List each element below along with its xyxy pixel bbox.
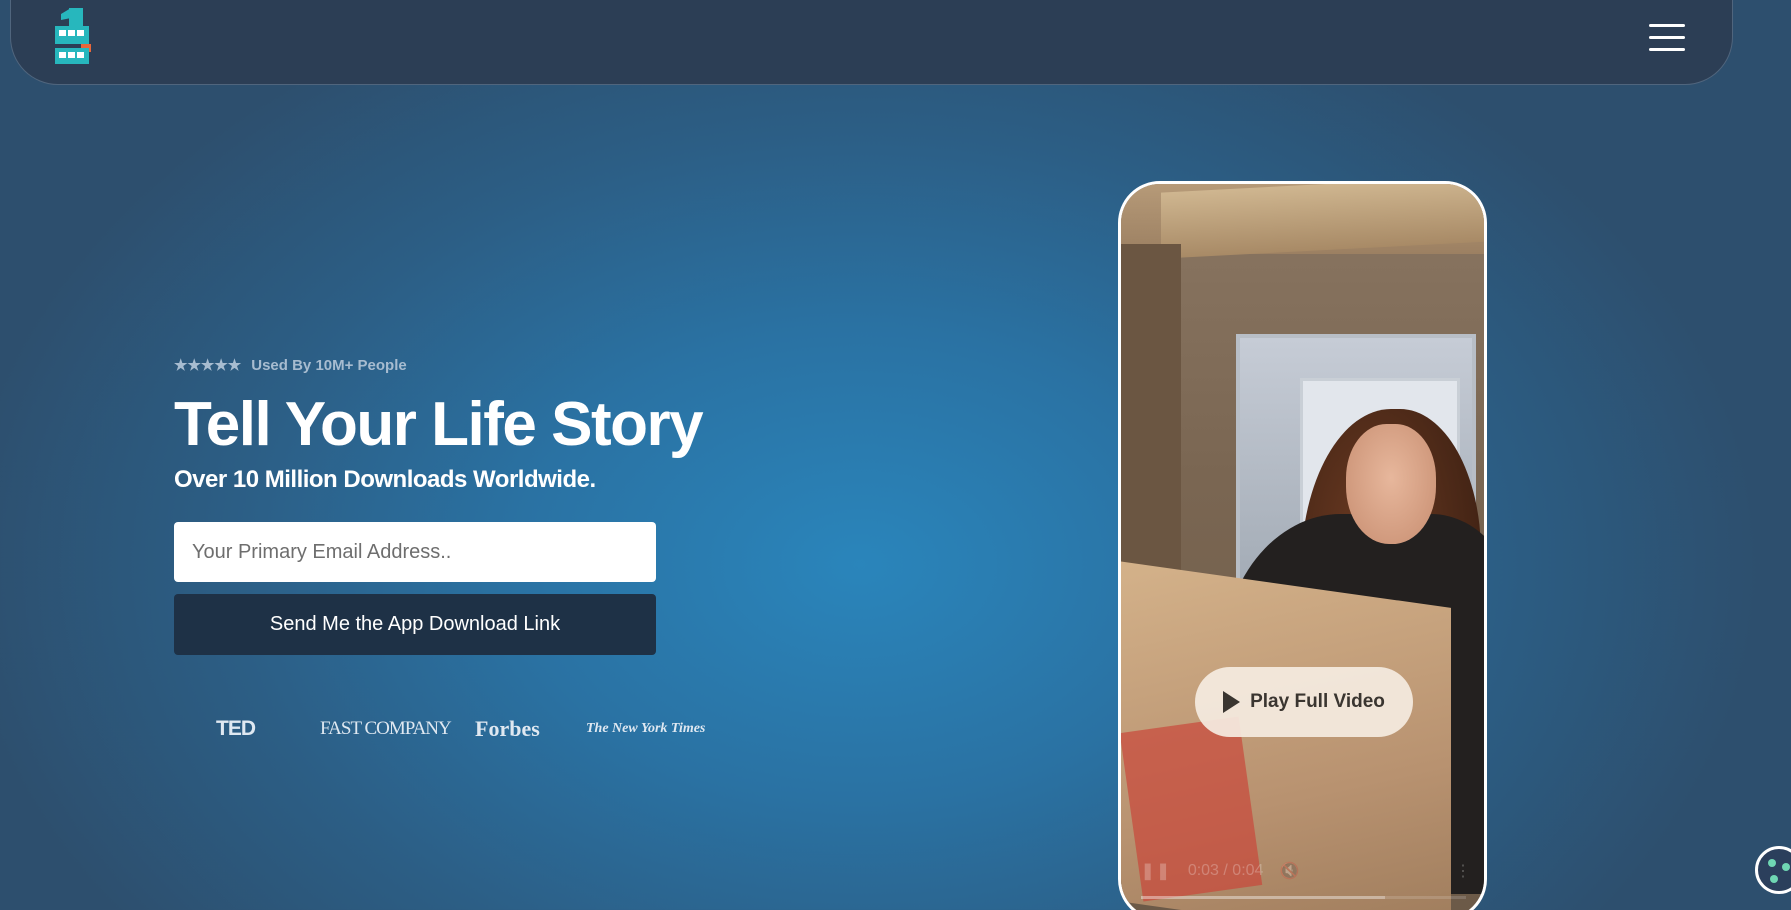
ted-logo: TED [216, 717, 256, 740]
play-icon [1223, 691, 1241, 713]
video-scene-person-face [1346, 424, 1436, 544]
cookie-settings-icon[interactable] [1755, 846, 1791, 894]
fast-company-logo: FAST COMPANY [320, 718, 452, 739]
more-options-icon[interactable]: ⋮ [1455, 861, 1471, 881]
send-download-link-button[interactable]: Send Me the App Download Link [174, 594, 656, 655]
hero-title: Tell Your Life Story [174, 390, 704, 459]
video-progress-bar[interactable] [1141, 896, 1466, 899]
hero-section: ★★★★★ Used By 10M+ People Tell Your Life… [174, 356, 734, 655]
hero-subtitle: Over 10 Million Downloads Worldwide. [174, 466, 596, 493]
play-full-video-button[interactable]: Play Full Video [1195, 667, 1413, 737]
hamburger-menu-icon[interactable] [1643, 24, 1691, 56]
mute-icon[interactable]: 🔇 [1279, 861, 1299, 881]
rating-row: ★★★★★ Used By 10M+ People [174, 356, 734, 375]
rating-text: Used By 10M+ People [251, 356, 407, 374]
top-navbar [10, 0, 1733, 85]
nyt-logo: The New York Times [586, 721, 706, 736]
play-button-label: Play Full Video [1250, 691, 1385, 712]
forbes-logo: Forbes [475, 716, 540, 741]
video-progress-fill [1141, 896, 1385, 899]
video-time: 0:03 / 0:04 [1187, 862, 1264, 879]
video-phone-frame[interactable]: Play Full Video ❚❚ 0:03 / 0:04 🔇 ⋮ [1118, 181, 1487, 910]
brand-logo-icon[interactable] [51, 8, 99, 68]
press-logos: TED FAST COMPANY Forbes The New York Tim… [216, 716, 705, 742]
star-rating-icon: ★★★★★ [174, 357, 242, 374]
email-input[interactable] [174, 522, 656, 582]
video-controls: ❚❚ 0:03 / 0:04 🔇 ⋮ [1141, 856, 1471, 886]
pause-icon[interactable]: ❚❚ [1141, 861, 1172, 881]
